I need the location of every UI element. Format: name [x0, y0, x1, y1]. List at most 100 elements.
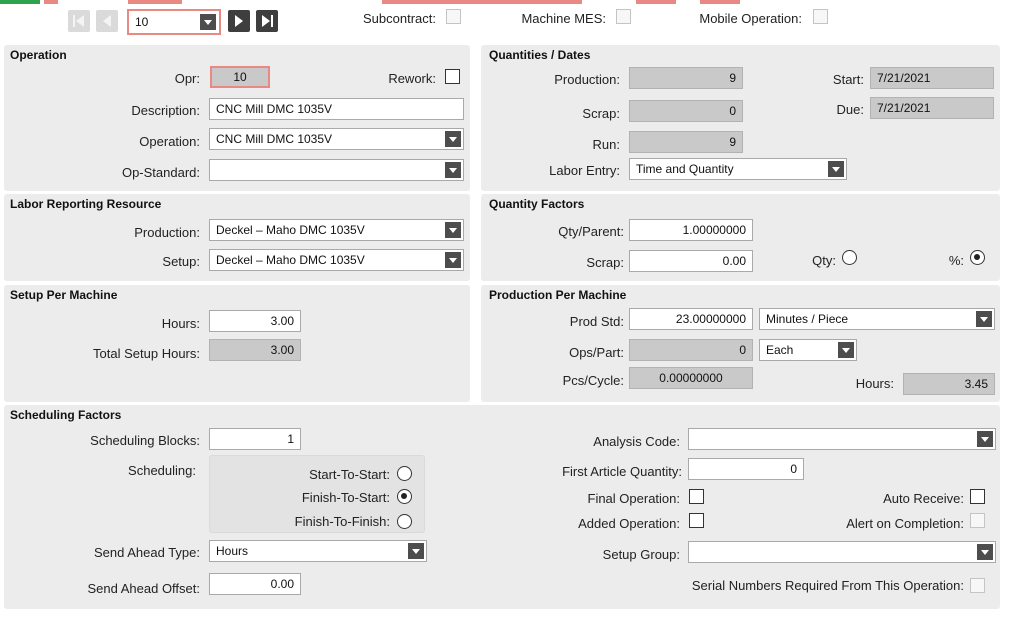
pcs-cycle-field[interactable]: 0.00000000 — [629, 367, 753, 389]
operation-label: Operation: — [139, 134, 200, 149]
start-date-label: Start: — [832, 72, 864, 87]
first-article-quantity-input[interactable]: 0 — [688, 458, 804, 480]
setup-per-machine-title: Setup Per Machine — [10, 288, 118, 302]
subcontract-checkbox[interactable] — [446, 9, 461, 24]
auto-receive-checkbox[interactable] — [970, 489, 985, 504]
total-setup-hours-field[interactable]: 3.00 — [209, 339, 301, 361]
finish-to-start-radio[interactable] — [397, 489, 412, 504]
previous-record-button[interactable] — [96, 10, 118, 32]
last-record-button[interactable] — [256, 10, 278, 32]
chevron-down-icon[interactable] — [200, 14, 216, 30]
quantities-dates-title: Quantities / Dates — [489, 48, 591, 62]
labor-production-label: Production: — [134, 225, 200, 240]
op-standard-label: Op-Standard: — [121, 165, 200, 180]
chevron-down-icon[interactable] — [828, 161, 844, 177]
finish-to-start-label: Finish-To-Start: — [301, 490, 390, 505]
ops-part-label: Ops/Part: — [569, 345, 624, 360]
labor-reporting-title: Labor Reporting Resource — [10, 197, 162, 211]
operation-dropdown-value: CNC Mill DMC 1035V — [216, 132, 333, 146]
auto-receive-label: Auto Receive: — [883, 491, 964, 506]
scrap-qty-field[interactable]: 0 — [629, 100, 743, 122]
qty-parent-input[interactable]: 1.00000000 — [629, 219, 753, 241]
due-date-field[interactable]: 7/21/2021 — [870, 97, 994, 119]
chevron-down-icon[interactable] — [445, 162, 461, 178]
last-record-icon — [262, 15, 273, 27]
due-date-label: Due: — [836, 102, 864, 117]
scheduling-blocks-input[interactable]: 1 — [209, 428, 301, 450]
run-qty-field[interactable]: 9 — [629, 131, 743, 153]
labor-setup-dropdown[interactable]: Deckel – Maho DMC 1035V — [209, 249, 464, 271]
chevron-down-icon[interactable] — [408, 543, 424, 559]
opr-field[interactable]: 10 — [210, 66, 270, 88]
production-qty-label: Production: — [554, 72, 620, 87]
start-to-start-label: Start-To-Start: — [309, 467, 390, 482]
chevron-down-icon[interactable] — [838, 342, 854, 358]
ops-part-unit-value: Each — [766, 343, 794, 357]
scrap-qty-mode-radio[interactable] — [842, 250, 857, 265]
operation-dropdown[interactable]: CNC Mill DMC 1035V — [209, 128, 464, 150]
labor-entry-dropdown[interactable]: Time and Quantity — [629, 158, 847, 180]
finish-to-finish-label: Finish-To-Finish: — [294, 514, 390, 529]
finish-to-finish-radio[interactable] — [397, 514, 412, 529]
production-qty-field[interactable]: 9 — [629, 67, 743, 89]
send-ahead-offset-input[interactable]: 0.00 — [209, 573, 301, 595]
labor-production-dropdown[interactable]: Deckel – Maho DMC 1035V — [209, 219, 464, 241]
scrap-qty-label: Scrap: — [582, 106, 620, 121]
machine-mes-checkbox[interactable] — [616, 9, 631, 24]
start-date-field[interactable]: 7/21/2021 — [870, 67, 994, 89]
final-operation-checkbox[interactable] — [689, 489, 704, 504]
start-to-start-radio[interactable] — [397, 466, 412, 481]
record-selector[interactable]: 10 — [127, 9, 221, 35]
first-record-icon — [73, 15, 84, 27]
rework-label: Rework: — [388, 71, 436, 86]
chevron-down-icon[interactable] — [977, 431, 993, 447]
labor-entry-dropdown-value: Time and Quantity — [636, 162, 734, 176]
analysis-code-dropdown[interactable] — [688, 428, 996, 450]
operation-panel-title: Operation — [10, 48, 67, 62]
production-hours-label: Hours: — [855, 376, 894, 391]
record-selector-value: 10 — [135, 15, 149, 29]
prod-std-unit-dropdown[interactable]: Minutes / Piece — [759, 308, 995, 330]
total-setup-hours-label: Total Setup Hours: — [93, 346, 200, 361]
chevron-down-icon[interactable] — [445, 222, 461, 238]
quantity-factors-title: Quantity Factors — [489, 197, 585, 211]
chevron-down-icon[interactable] — [445, 131, 461, 147]
ops-part-field[interactable]: 0 — [629, 339, 753, 361]
description-input[interactable]: CNC Mill DMC 1035V — [209, 98, 464, 120]
ops-part-unit-dropdown[interactable]: Each — [759, 339, 857, 361]
first-record-button[interactable] — [68, 10, 90, 32]
setup-hours-label: Hours: — [161, 316, 200, 331]
send-ahead-type-label: Send Ahead Type: — [93, 545, 200, 560]
op-standard-dropdown[interactable] — [209, 159, 464, 181]
setup-group-dropdown[interactable] — [688, 541, 996, 563]
labor-production-dropdown-value: Deckel – Maho DMC 1035V — [216, 223, 365, 237]
scheduling-factors-title: Scheduling Factors — [10, 408, 122, 422]
send-ahead-type-dropdown[interactable]: Hours — [209, 540, 427, 562]
mobile-operation-label: Mobile Operation: — [699, 11, 802, 26]
chevron-down-icon[interactable] — [976, 311, 992, 327]
setup-hours-input[interactable]: 3.00 — [209, 310, 301, 332]
serial-numbers-required-checkbox[interactable] — [970, 578, 985, 593]
labor-setup-dropdown-value: Deckel – Maho DMC 1035V — [216, 253, 365, 267]
mobile-operation-checkbox[interactable] — [813, 9, 828, 24]
alert-on-completion-checkbox[interactable] — [970, 513, 985, 528]
subcontract-label: Subcontract: — [363, 11, 436, 26]
first-article-quantity-label: First Article Quantity: — [562, 464, 682, 479]
prod-std-input[interactable]: 23.00000000 — [629, 308, 753, 330]
production-hours-field[interactable]: 3.45 — [903, 373, 995, 395]
rework-checkbox[interactable] — [445, 69, 460, 84]
scheduling-blocks-label: Scheduling Blocks: — [90, 433, 200, 448]
qty-scrap-label: Scrap: — [586, 255, 624, 270]
production-per-machine-title: Production Per Machine — [489, 288, 627, 302]
chevron-down-icon[interactable] — [977, 544, 993, 560]
chevron-down-icon[interactable] — [445, 252, 461, 268]
final-operation-label: Final Operation: — [587, 491, 681, 506]
pcs-cycle-label: Pcs/Cycle: — [562, 373, 624, 388]
scrap-percent-mode-radio[interactable] — [970, 250, 985, 265]
qty-scrap-input[interactable]: 0.00 — [629, 250, 753, 272]
send-ahead-type-value: Hours — [216, 544, 249, 558]
setup-group-label: Setup Group: — [602, 547, 680, 562]
next-record-button[interactable] — [228, 10, 250, 32]
added-operation-checkbox[interactable] — [689, 513, 704, 528]
qty-parent-label: Qty/Parent: — [558, 224, 624, 239]
